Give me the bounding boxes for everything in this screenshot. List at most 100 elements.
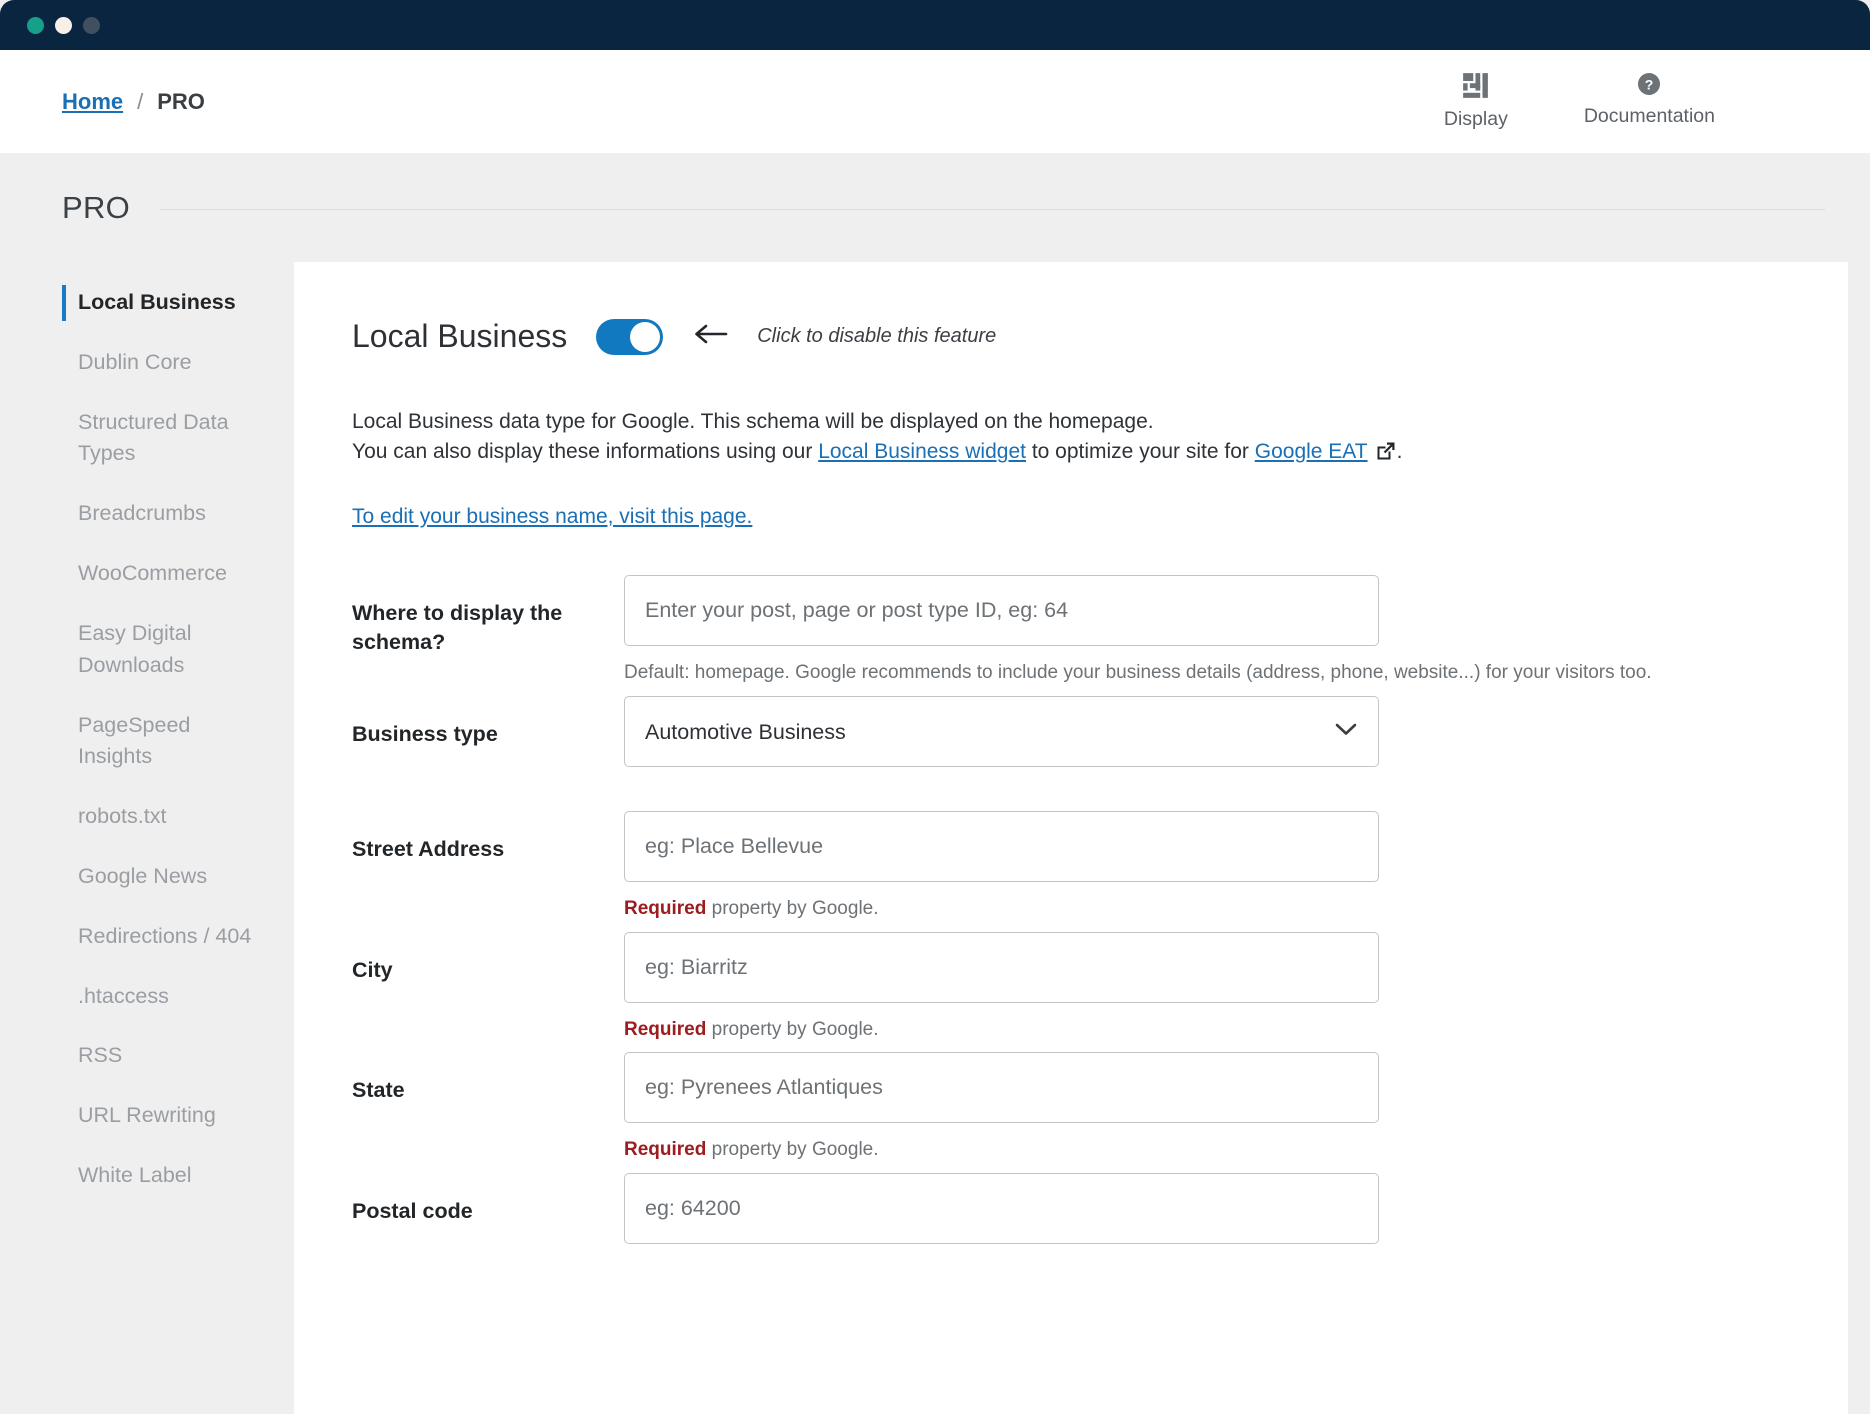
feature-enable-toggle[interactable]	[596, 319, 663, 355]
sidebar-item-white-label[interactable]: White Label	[0, 1146, 294, 1206]
sidebar-item-local-business[interactable]: Local Business	[0, 273, 294, 333]
sidebar-item-label: robots.txt	[78, 804, 166, 828]
input-postal-code[interactable]	[624, 1173, 1379, 1244]
form-row-street-address: Street Address Required property by Googl…	[352, 811, 1778, 922]
sidebar-item-label: Breadcrumbs	[78, 501, 206, 525]
window-controls	[27, 17, 100, 34]
sidebar-item-dublin-core[interactable]: Dublin Core	[0, 333, 294, 393]
form-row-state: State Required property by Google.	[352, 1052, 1778, 1163]
field-wrap-city: Required property by Google.	[624, 932, 1778, 1043]
field-wrap-business-type: Automotive Business	[624, 696, 1778, 767]
sidebar-item-label: Google News	[78, 864, 207, 888]
edit-business-row: To edit your business name, visit this p…	[352, 502, 1778, 532]
external-link-icon	[1375, 440, 1397, 471]
local-business-widget-link[interactable]: Local Business widget	[818, 440, 1026, 463]
sidebar-item-label: URL Rewriting	[78, 1103, 216, 1127]
field-helper-street-address: Required property by Google.	[624, 896, 1778, 922]
description-line-2: You can also display these informations …	[352, 437, 1778, 471]
field-label-street-address: Street Address	[352, 811, 624, 864]
field-label-postal-code: Postal code	[352, 1173, 624, 1226]
sidebar-item-label: Local Business	[78, 290, 236, 314]
description-text-c: .	[1397, 440, 1403, 463]
required-badge: Required	[624, 1019, 706, 1040]
field-helper-city: Required property by Google.	[624, 1017, 1778, 1043]
sidebar-item-google-news[interactable]: Google News	[0, 847, 294, 907]
sidebar-item-label: RSS	[78, 1043, 122, 1067]
documentation-action-label: Documentation	[1584, 105, 1715, 128]
field-wrap-street-address: Required property by Google.	[624, 811, 1778, 922]
required-badge: Required	[624, 898, 706, 919]
top-actions: Display ? Documentation	[1444, 72, 1825, 131]
sidebar-item-label: White Label	[78, 1163, 192, 1187]
field-wrap-postal-code	[624, 1173, 1778, 1244]
select-wrap-business-type: Automotive Business	[624, 696, 1379, 767]
window-minimize-dot[interactable]	[55, 17, 72, 34]
field-helper-state: Required property by Google.	[624, 1137, 1778, 1163]
form-row-where-to-display-the-schema: Where to display the schema?Default: hom…	[352, 575, 1778, 686]
breadcrumb-separator: /	[137, 89, 143, 115]
description-line-1: Local Business data type for Google. Thi…	[352, 407, 1778, 437]
window-maximize-dot[interactable]	[83, 17, 100, 34]
field-wrap-where-to-display-the-schema: Default: homepage. Google recommends to …	[624, 575, 1778, 686]
sidebar-item-htaccess[interactable]: .htaccess	[0, 967, 294, 1027]
sidebar-item-label: WooCommerce	[78, 561, 227, 585]
page-body: Local Business Dublin Core Structured Data…	[0, 262, 1870, 1414]
breadcrumb-current: PRO	[157, 89, 205, 115]
helper-text: property by Google.	[706, 1019, 878, 1040]
toggle-knob	[630, 322, 660, 352]
field-label-state: State	[352, 1052, 624, 1105]
feature-header: Local Business Click to disable this fea…	[352, 318, 1778, 355]
local-business-form: Where to display the schema?Default: hom…	[352, 575, 1778, 1244]
sidebar-nav: Local Business Dublin Core Structured Data…	[0, 262, 294, 1206]
sidebar-item-label: Dublin Core	[78, 350, 192, 374]
description-text-a: You can also display these informations …	[352, 440, 818, 463]
app-window: Home / PRO Display	[0, 0, 1870, 1414]
google-eat-link[interactable]: Google EAT	[1255, 440, 1368, 463]
sidebar-item-pagespeed-insights[interactable]: PageSpeed Insights	[0, 696, 294, 788]
sidebar-item-url-rewriting[interactable]: URL Rewriting	[0, 1086, 294, 1146]
sidebar-item-breadcrumbs[interactable]: Breadcrumbs	[0, 484, 294, 544]
sidebar-item-label: Redirections / 404	[78, 924, 251, 948]
field-helper-where-to-display-the-schema: Default: homepage. Google recommends to …	[624, 660, 1778, 686]
select-business-type[interactable]: Automotive Business	[624, 696, 1379, 767]
form-row-business-type: Business typeAutomotive Business	[352, 696, 1778, 767]
documentation-action[interactable]: ? Documentation	[1584, 72, 1715, 128]
feature-toggle-hint: Click to disable this feature	[757, 325, 996, 348]
arrow-left-icon	[692, 323, 728, 350]
field-label-business-type: Business type	[352, 696, 624, 749]
sidebar-item-redirections-404[interactable]: Redirections / 404	[0, 907, 294, 967]
sidebar-item-robots-txt[interactable]: robots.txt	[0, 787, 294, 847]
settings-card: Local Business Click to disable this fea…	[294, 262, 1848, 1414]
edit-business-name-link[interactable]: To edit your business name, visit this p…	[352, 505, 752, 528]
breadcrumb-home-link[interactable]: Home	[62, 89, 123, 115]
question-circle-icon: ?	[1637, 72, 1661, 96]
display-action[interactable]: Display	[1444, 72, 1508, 131]
helper-text: property by Google.	[706, 1139, 878, 1160]
heading-divider	[160, 209, 1825, 210]
top-bar: Home / PRO Display	[0, 50, 1870, 153]
page-title: PRO	[62, 190, 130, 226]
input-where-to-display-the-schema[interactable]	[624, 575, 1379, 646]
sidebar-item-easy-digital-downloads[interactable]: Easy Digital Downloads	[0, 604, 294, 696]
sidebar-item-structured-data-types[interactable]: Structured Data Types	[0, 393, 294, 485]
display-layout-icon	[1462, 72, 1489, 99]
input-state[interactable]	[624, 1052, 1379, 1123]
sidebar-item-label: .htaccess	[78, 984, 169, 1008]
window-titlebar	[0, 0, 1870, 50]
description-text-b: to optimize your site for	[1026, 440, 1255, 463]
breadcrumb: Home / PRO	[62, 89, 205, 115]
window-close-dot[interactable]	[27, 17, 44, 34]
field-label-city: City	[352, 932, 624, 985]
sidebar-item-label: Structured Data Types	[78, 410, 229, 466]
form-row-postal-code: Postal code	[352, 1173, 1778, 1244]
svg-text:?: ?	[1645, 76, 1654, 92]
field-wrap-state: Required property by Google.	[624, 1052, 1778, 1163]
sidebar-item-rss[interactable]: RSS	[0, 1026, 294, 1086]
sidebar-item-label: Easy Digital Downloads	[78, 621, 192, 677]
sidebar-item-label: PageSpeed Insights	[78, 713, 190, 769]
helper-text: Default: homepage. Google recommends to …	[624, 662, 1652, 683]
input-city[interactable]	[624, 932, 1379, 1003]
input-street-address[interactable]	[624, 811, 1379, 882]
feature-description: Local Business data type for Google. Thi…	[352, 407, 1778, 531]
sidebar-item-woocommerce[interactable]: WooCommerce	[0, 544, 294, 604]
